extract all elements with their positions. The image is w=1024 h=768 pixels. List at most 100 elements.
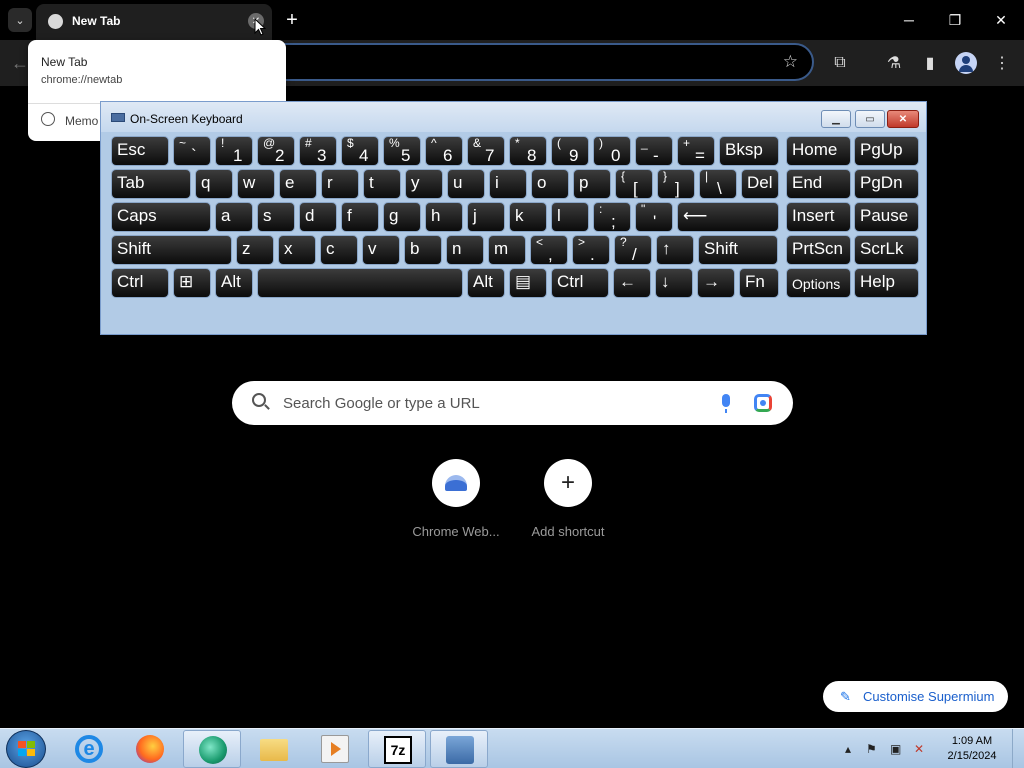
osk-key-fn[interactable]: Fn [739,268,779,298]
bookmark-star-icon[interactable]: ☆ [783,52,798,72]
osk-key-prtscn[interactable]: PrtScn [786,235,851,265]
taskbar-internet-explorer[interactable]: e [60,730,118,768]
osk-key-c[interactable]: c [320,235,358,265]
osk-key-symbol[interactable]: " ' [635,202,673,232]
osk-key-symbol[interactable]: <, [530,235,568,265]
labs-flask-icon[interactable]: ⚗ [883,52,905,74]
osk-key-1[interactable]: ! 1 [215,136,253,166]
add-shortcut-button[interactable]: + Add shortcut [513,459,623,549]
show-hidden-icons-icon[interactable]: ▴ [845,742,851,756]
taskbar-on-screen-keyboard[interactable] [430,730,488,768]
osk-key-scrlk[interactable]: ScrLk [854,235,919,265]
osk-key-r[interactable]: r [321,169,359,199]
osk-key-tab[interactable]: Tab [111,169,191,199]
osk-key-symbol[interactable]: {[ [615,169,653,199]
osk-key-b[interactable]: b [404,235,442,265]
osk-key-m[interactable]: m [488,235,526,265]
microphone-icon[interactable] [722,394,730,413]
osk-key-pgup[interactable]: PgUp [854,136,919,166]
osk-key-symbol[interactable]: _ - [635,136,673,166]
osk-key-symbol[interactable]: ▤ [509,268,547,298]
osk-key-l[interactable]: l [551,202,589,232]
ntp-search-box[interactable]: Search Google or type a URL [232,381,793,425]
osk-key-y[interactable]: y [405,169,443,199]
osk-key-3[interactable]: #3 [299,136,337,166]
osk-key-symbol[interactable]: ⟵ [677,202,779,232]
osk-key-end[interactable]: End [786,169,851,199]
osk-key-esc[interactable]: Esc [111,136,169,166]
osk-key-z[interactable]: z [236,235,274,265]
osk-key-i[interactable]: i [489,169,527,199]
osk-key-a[interactable]: a [215,202,253,232]
osk-key-2[interactable]: @2 [257,136,295,166]
osk-key-caps[interactable]: Caps [111,202,211,232]
osk-key-k[interactable]: k [509,202,547,232]
osk-key-ctrl[interactable]: Ctrl [111,268,169,298]
new-tab-button[interactable]: + [282,8,302,32]
osk-key-ctrl[interactable]: Ctrl [551,268,609,298]
osk-key-symbol[interactable]: }] [657,169,695,199]
taskbar-supermium[interactable] [183,730,241,768]
tab-search-button[interactable]: ⌄ [8,8,32,32]
osk-key-symbol[interactable]: ← [613,268,651,298]
osk-key-home[interactable]: Home [786,136,851,166]
osk-key-symbol[interactable]: → [697,268,735,298]
osk-key-insert[interactable]: Insert [786,202,851,232]
osk-key-d[interactable]: d [299,202,337,232]
osk-key-symbol[interactable]: :; [593,202,631,232]
osk-key-t[interactable]: t [363,169,401,199]
osk-key-o[interactable]: o [531,169,569,199]
volume-muted-icon[interactable]: ✕ [914,742,924,756]
network-icon[interactable]: ▣ [890,742,901,756]
osk-key-0[interactable]: ) 0 [593,136,631,166]
osk-key-shift[interactable]: Shift [111,235,232,265]
taskbar-7zip[interactable]: 7z [368,730,426,768]
tab-new-tab[interactable]: New Tab ✕ [36,4,272,40]
osk-key-symbol[interactable]: | \ [699,169,737,199]
close-window-button[interactable]: ✕ [986,6,1016,34]
osk-key-alt[interactable]: Alt [467,268,505,298]
taskbar-media-player[interactable] [306,730,364,768]
osk-key-5[interactable]: % 5 [383,136,421,166]
osk-key-alt[interactable]: Alt [215,268,253,298]
osk-close-button[interactable]: ✕ [887,110,919,128]
action-center-flag-icon[interactable]: ⚑ [866,742,877,756]
restore-button[interactable]: ❐ [940,6,970,34]
osk-key-symbol[interactable]: ↑ [656,235,694,265]
osk-titlebar[interactable]: On-Screen Keyboard ▁ ▭ ✕ [101,102,926,132]
osk-key-pause[interactable]: Pause [854,202,919,232]
taskbar-file-explorer[interactable] [245,730,303,768]
shortcut-chrome-web-store[interactable]: Chrome Web... [401,459,511,549]
osk-key-e[interactable]: e [279,169,317,199]
side-panel-icon[interactable]: ▮ [919,52,941,74]
osk-key-symbol[interactable]: ? / [614,235,652,265]
osk-key-bksp[interactable]: Bksp [719,136,779,166]
google-lens-icon[interactable] [754,394,772,412]
osk-key-symbol[interactable]: >. [572,235,610,265]
show-desktop-button[interactable] [1012,729,1024,768]
osk-key-9[interactable]: (9 [551,136,589,166]
osk-maximize-button[interactable]: ▭ [855,110,885,128]
osk-key-symbol[interactable]: ↓ [655,268,693,298]
osk-key-del[interactable]: Del [741,169,779,199]
osk-key-symbol[interactable]: ⊞ [173,268,211,298]
osk-key-8[interactable]: * 8 [509,136,547,166]
osk-key-4[interactable]: $4 [341,136,379,166]
osk-key-6[interactable]: ^ 6 [425,136,463,166]
osk-key-symbol[interactable]: ~ ` [173,136,211,166]
osk-minimize-button[interactable]: ▁ [821,110,851,128]
osk-key-space[interactable] [257,268,463,298]
osk-key-shift[interactable]: Shift [698,235,778,265]
start-button[interactable] [6,730,46,768]
extensions-icon[interactable]: ⧉ [829,52,851,74]
osk-key-w[interactable]: w [237,169,275,199]
customise-button[interactable]: ✎ Customise Supermium [823,681,1008,712]
osk-key-h[interactable]: h [425,202,463,232]
osk-key-g[interactable]: g [383,202,421,232]
osk-key-j[interactable]: j [467,202,505,232]
osk-key-help[interactable]: Help [854,268,919,298]
taskbar-clock[interactable]: 1:09 AM 2/15/2024 [942,734,1002,764]
osk-key-p[interactable]: p [573,169,611,199]
osk-key-pgdn[interactable]: PgDn [854,169,919,199]
profile-avatar-icon[interactable] [955,52,977,74]
